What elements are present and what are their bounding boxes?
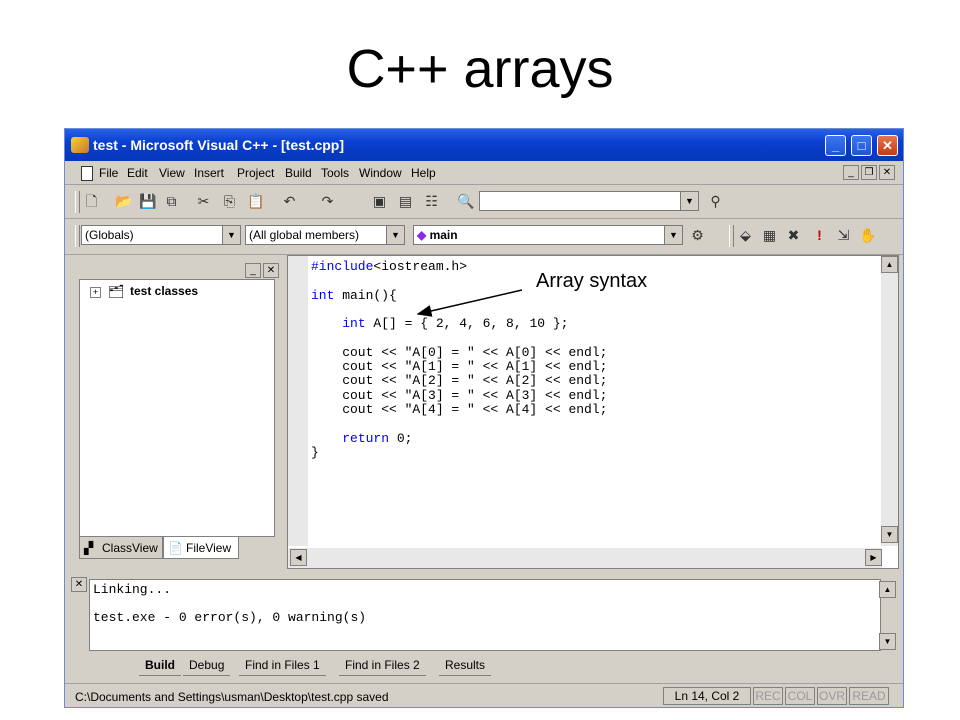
- annotation-arrow: [416, 289, 523, 317]
- annotation-arrow-line: [416, 289, 523, 317]
